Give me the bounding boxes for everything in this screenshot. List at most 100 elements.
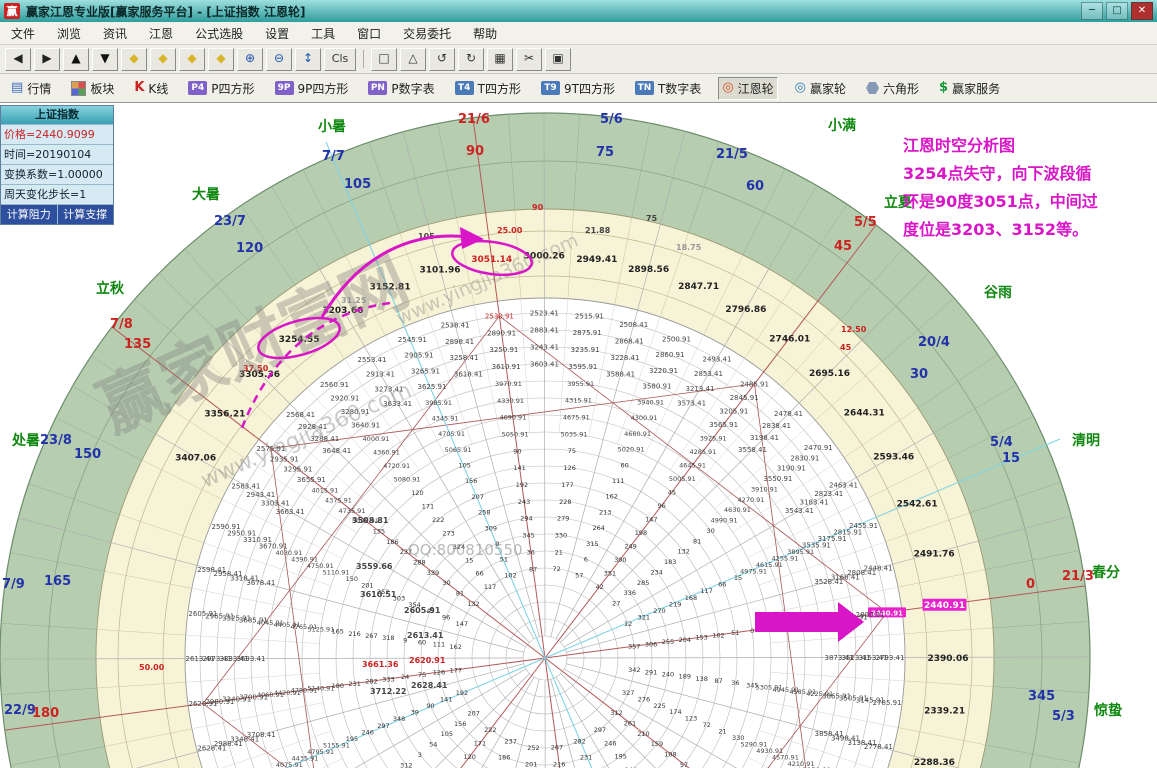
rotate-cw-button[interactable]: ↻ <box>458 48 484 71</box>
svg-text:QQ:800810550: QQ:800810550 <box>408 541 523 559</box>
svg-text:惊蛰: 惊蛰 <box>1093 702 1122 719</box>
svg-text:4735.91: 4735.91 <box>339 507 366 515</box>
svg-text:12: 12 <box>624 620 632 628</box>
svg-text:18.75: 18.75 <box>676 243 702 252</box>
svg-text:252: 252 <box>527 744 539 752</box>
svg-text:3407.06: 3407.06 <box>175 454 216 464</box>
menu-item-文件[interactable]: 文件 <box>0 23 46 44</box>
svg-text:5305.91: 5305.91 <box>756 684 783 692</box>
triangle-tool-button[interactable]: △ <box>400 48 426 71</box>
zoom-out-button[interactable]: ⊖ <box>266 48 292 71</box>
svg-text:255: 255 <box>662 638 674 646</box>
svg-text:120: 120 <box>463 753 475 761</box>
tool-行情[interactable]: ▤行情 <box>8 78 54 99</box>
menu-item-工具[interactable]: 工具 <box>300 23 346 44</box>
tool-江恩轮[interactable]: ◎江恩轮 <box>718 77 777 100</box>
zoom-in-button[interactable]: ⊕ <box>237 48 263 71</box>
svg-text:21: 21 <box>718 728 726 736</box>
menu-item-江恩[interactable]: 江恩 <box>138 23 184 44</box>
menu-item-设置[interactable]: 设置 <box>254 23 300 44</box>
gann-wheel-chart: 2288.362339.212390.062440.912491.762542.… <box>0 103 1157 768</box>
svg-text:132: 132 <box>467 600 479 608</box>
tool-label: 板块 <box>90 80 114 97</box>
svg-text:345: 345 <box>522 532 534 540</box>
svg-text:135: 135 <box>373 528 385 536</box>
tool-T数字表[interactable]: TNT数字表 <box>632 78 704 99</box>
tool-K线[interactable]: KK线 <box>131 78 171 99</box>
capture-tool-button[interactable]: ▣ <box>545 48 571 71</box>
svg-text:3625.91: 3625.91 <box>418 383 447 391</box>
svg-text:2913.41: 2913.41 <box>366 371 395 379</box>
svg-text:138: 138 <box>695 675 707 683</box>
measure-button[interactable]: ↕ <box>295 48 321 71</box>
menu-item-帮助[interactable]: 帮助 <box>462 23 508 44</box>
svg-text:4660.91: 4660.91 <box>624 430 651 438</box>
svg-text:2500.91: 2500.91 <box>662 336 691 344</box>
forward-button[interactable]: ▶ <box>34 48 60 71</box>
svg-text:219: 219 <box>669 600 681 608</box>
tool-六角形[interactable]: 六角形 <box>863 78 922 99</box>
info-row: 变换系数=1.00000 <box>1 164 113 184</box>
svg-text:3558.41: 3558.41 <box>738 446 767 454</box>
diamond-1-button[interactable]: ◆ <box>121 48 147 71</box>
tool-板块[interactable]: 板块 <box>68 78 117 99</box>
svg-text:222: 222 <box>432 516 444 524</box>
diamond-3-button[interactable]: ◆ <box>179 48 205 71</box>
menu-item-浏览[interactable]: 浏览 <box>46 23 92 44</box>
svg-text:4990.91: 4990.91 <box>711 517 738 525</box>
tool-9P四方形[interactable]: 9P9P四方形 <box>272 78 352 99</box>
diamond-4-button[interactable]: ◆ <box>208 48 234 71</box>
计算支撑-button[interactable]: 计算支撑 <box>57 205 114 224</box>
svg-text:267: 267 <box>551 744 563 752</box>
cut-tool-button[interactable]: ✂ <box>516 48 542 71</box>
计算阻力-button[interactable]: 计算阻力 <box>1 205 57 224</box>
menu-item-资讯[interactable]: 资讯 <box>92 23 138 44</box>
rotate-ccw-button[interactable]: ↺ <box>429 48 455 71</box>
tool-P数字表[interactable]: PNP数字表 <box>365 78 437 99</box>
pointer-up-button[interactable]: ▲ <box>63 48 89 71</box>
tool-label: 9P四方形 <box>298 80 349 97</box>
svg-text:50.00: 50.00 <box>139 663 165 672</box>
svg-text:120: 120 <box>236 241 263 256</box>
menu-item-窗口[interactable]: 窗口 <box>346 23 392 44</box>
svg-text:2339.21: 2339.21 <box>924 706 965 716</box>
kline-icon: K <box>134 81 144 95</box>
cls-button[interactable]: Cls <box>324 48 356 71</box>
svg-text:4645.91: 4645.91 <box>679 462 706 470</box>
pointer-down-button[interactable]: ▼ <box>92 48 118 71</box>
tool-赢家轮[interactable]: ◎赢家轮 <box>792 78 849 99</box>
grid-tool-button[interactable]: ▦ <box>487 48 513 71</box>
svg-text:330: 330 <box>555 532 567 540</box>
menu-item-交易委托[interactable]: 交易委托 <box>392 23 462 44</box>
back-button[interactable]: ◀ <box>5 48 31 71</box>
svg-text:3220.91: 3220.91 <box>649 367 678 375</box>
tool-label: 行情 <box>27 80 51 97</box>
svg-text:102: 102 <box>504 571 516 579</box>
tool-9T四方形[interactable]: T99T四方形 <box>538 78 618 99</box>
svg-text:4300.91: 4300.91 <box>631 414 658 422</box>
svg-text:3925.91: 3925.91 <box>700 434 727 442</box>
svg-text:141: 141 <box>513 464 525 472</box>
svg-text:177: 177 <box>561 481 573 489</box>
svg-text:3: 3 <box>418 751 422 759</box>
svg-text:171: 171 <box>474 740 486 748</box>
minimize-button[interactable]: ─ <box>1081 2 1103 20</box>
diamond-2-button[interactable]: ◆ <box>150 48 176 71</box>
svg-text:297: 297 <box>594 726 606 734</box>
svg-text:117: 117 <box>484 583 496 591</box>
close-button[interactable]: ✕ <box>1131 2 1153 20</box>
blocks-icon <box>71 81 86 96</box>
svg-text:231: 231 <box>348 680 360 688</box>
rect-tool-button[interactable]: □ <box>371 48 397 71</box>
maximize-button[interactable]: □ <box>1106 2 1128 20</box>
tool-P四方形[interactable]: P4P四方形 <box>185 78 257 99</box>
tool-label: 江恩轮 <box>738 80 774 97</box>
svg-text:2620.91: 2620.91 <box>409 656 446 665</box>
svg-text:81: 81 <box>693 537 701 545</box>
tool-赢家服务[interactable]: $赢家服务 <box>936 78 1003 99</box>
svg-text:60: 60 <box>620 461 628 469</box>
tool-T四方形[interactable]: T4T四方形 <box>452 78 524 99</box>
svg-text:339: 339 <box>427 569 439 577</box>
svg-text:90: 90 <box>466 144 484 159</box>
menu-item-公式选股[interactable]: 公式选股 <box>184 23 254 44</box>
